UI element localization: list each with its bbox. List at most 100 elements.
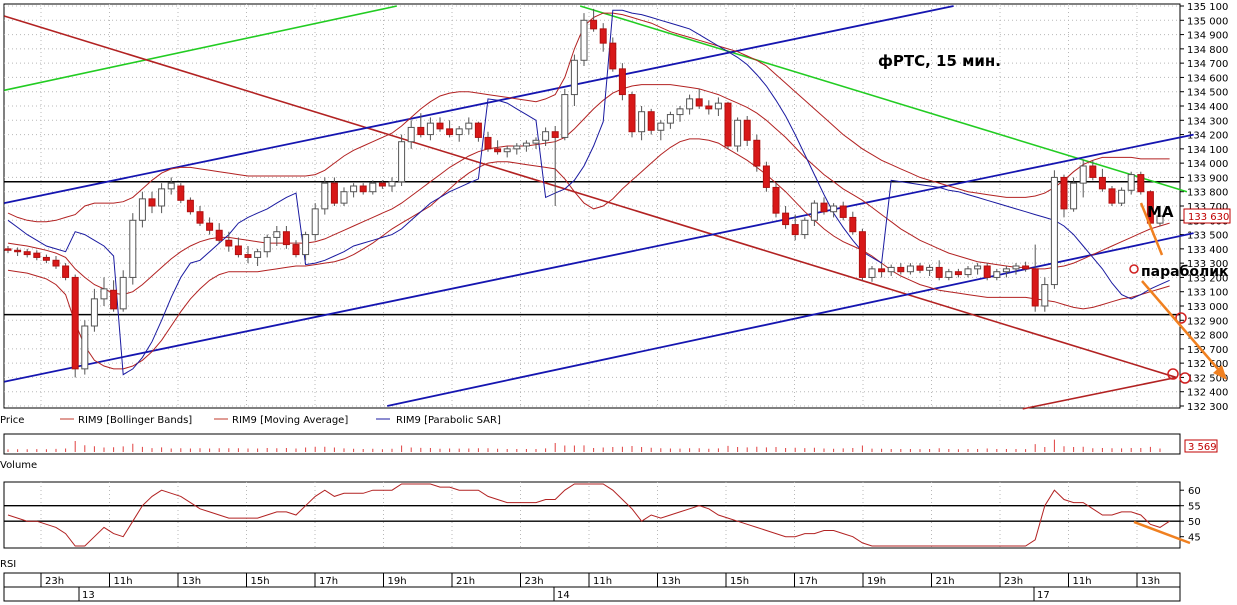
candle-body [186, 199, 194, 213]
candle-body [42, 256, 50, 261]
annotation-ma: MA [1147, 203, 1174, 221]
candle-body [897, 266, 905, 273]
candle-body [129, 219, 137, 278]
rsi-tick-label: 55 [1188, 502, 1201, 513]
candle-body [206, 222, 214, 231]
candle-body [110, 289, 118, 310]
candle-body [1137, 174, 1145, 193]
y-tick-label: 134 900 [1187, 31, 1228, 42]
candle-body [426, 122, 434, 136]
legend-bollinger: RIM9 [Bollinger Bands] [78, 415, 192, 426]
time-label: 23h [45, 576, 64, 587]
candle-body [417, 126, 425, 136]
candle-body [762, 165, 770, 188]
candle-body [954, 271, 962, 276]
volume-last-value: 3 569 [1188, 442, 1217, 453]
candle-body [1089, 165, 1097, 178]
y-tick-label: 133 900 [1187, 173, 1228, 184]
candle-body [138, 198, 146, 221]
candle-body [446, 128, 454, 136]
candle-body [878, 268, 886, 273]
candle-body [551, 131, 559, 138]
candle-body [839, 205, 847, 218]
legend-parabolic-sar: RIM9 [Parabolic SAR] [396, 415, 501, 426]
time-label: 11h [593, 576, 612, 587]
candle-body [302, 234, 310, 256]
chart-title: фРТС, 15 мин. [878, 52, 1001, 70]
candle-body [945, 271, 953, 278]
candle-body [916, 265, 924, 271]
candle-body [359, 185, 367, 193]
time-label: 11h [114, 576, 133, 587]
candle-body [158, 188, 166, 207]
annotation-parabolik: параболик [1141, 264, 1229, 280]
candle-body [1098, 176, 1106, 190]
candle-body [753, 139, 761, 167]
candle-body [455, 128, 463, 136]
candle-body [71, 276, 79, 370]
candle-body [263, 236, 271, 253]
candle-body [734, 119, 742, 147]
candle-body [522, 142, 530, 147]
last-price-label: 133 630 [1188, 212, 1229, 223]
candle-body [974, 265, 982, 270]
candle-body [810, 202, 818, 221]
candle-body [1012, 265, 1020, 270]
candle-body [590, 19, 598, 30]
time-label: 15h [251, 576, 270, 587]
candle-body [1108, 188, 1116, 204]
candle-body [52, 259, 60, 267]
candle-body [388, 181, 396, 187]
candle-body [638, 111, 646, 133]
rsi-panel [3, 481, 1181, 549]
candle-body [964, 268, 972, 276]
y-tick-label: 134 800 [1187, 45, 1228, 56]
candle-body [801, 219, 809, 236]
time-label: 19h [867, 576, 886, 587]
candle-body [474, 122, 482, 138]
candle-body [119, 276, 127, 310]
chart: 132 300132 400132 500132 600132 700132 8… [0, 2, 1231, 602]
legend-price: Price [0, 415, 24, 426]
candle-body [657, 122, 665, 131]
y-tick-label: 132 300 [1187, 402, 1228, 413]
y-tick-label: 134 100 [1187, 145, 1228, 156]
y-tick-label: 132 700 [1187, 345, 1228, 356]
day-label: 14 [557, 590, 570, 601]
candle-body [618, 68, 626, 96]
candle-body [647, 111, 655, 131]
y-tick-label: 134 700 [1187, 59, 1228, 70]
time-label: 19h [388, 576, 407, 587]
candle-body [340, 191, 348, 204]
candle-body [1118, 189, 1126, 204]
candle-body [513, 145, 521, 150]
candle-body [1127, 174, 1135, 191]
y-tick-label: 133 100 [1187, 288, 1228, 299]
legend-moving-average: RIM9 [Moving Average] [232, 415, 348, 426]
candle-body [196, 211, 204, 224]
candle-body [830, 205, 838, 213]
y-tick-label: 132 400 [1187, 388, 1228, 399]
candle-body [1002, 268, 1010, 273]
candle-body [436, 122, 444, 130]
y-tick-label: 134 000 [1187, 159, 1228, 170]
candle-body [993, 271, 1001, 278]
candle-body [666, 114, 674, 124]
candle-body [90, 298, 98, 327]
candle-body [4, 248, 12, 251]
candle-body [311, 208, 319, 236]
time-label: 17h [799, 576, 818, 587]
candle-body [983, 265, 991, 278]
y-tick-label: 134 200 [1187, 131, 1228, 142]
volume-label: Volume [0, 460, 37, 471]
candle-body [714, 102, 722, 110]
candle-body [1070, 182, 1078, 210]
y-tick-label: 134 300 [1187, 116, 1228, 127]
candle-body [33, 252, 41, 258]
candle-body [782, 212, 790, 226]
candle-body [858, 231, 866, 278]
candle-body [1050, 176, 1058, 286]
candle-body [23, 251, 31, 256]
candle-body [167, 182, 175, 190]
candle-body [935, 266, 943, 278]
